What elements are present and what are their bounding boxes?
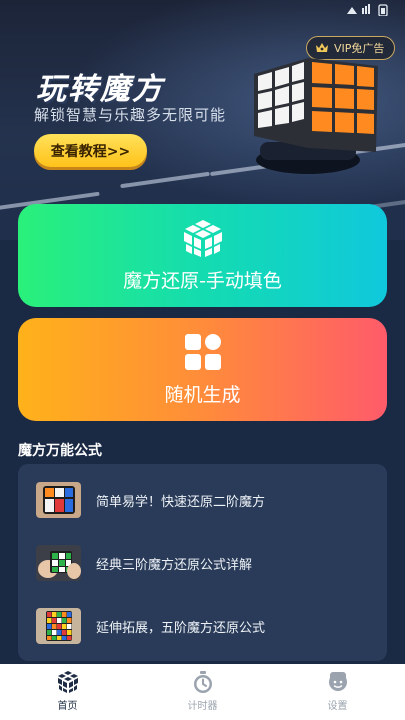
cube-3x3-image-icon	[36, 545, 81, 581]
tab-home-label: 首页	[57, 701, 78, 712]
formula-thumbnail-2x2	[36, 482, 81, 518]
cube-outline-icon	[183, 220, 222, 257]
formula-section-title: 魔方万能公式	[18, 443, 102, 459]
restore-card-label: 魔方还原-手动填色	[123, 270, 282, 292]
status-icons-svg	[347, 4, 388, 17]
hero-subtitle: 解锁智慧与乐趣多无限可能	[34, 106, 227, 124]
settings-face-icon	[328, 672, 347, 691]
tab-settings[interactable]: 设置	[270, 664, 405, 720]
cube-icon	[57, 671, 78, 693]
grid-icon	[184, 334, 221, 370]
formula-item-3x3[interactable]: 经典三阶魔方还原公式详解	[18, 536, 387, 590]
formula-item-text: 延伸拓展，五阶魔方还原公式	[96, 620, 266, 636]
rubiks-cube-illustration	[246, 52, 396, 182]
formula-item-5x5[interactable]: 延伸拓展，五阶魔方还原公式	[18, 599, 387, 653]
hero-title: 玩转魔方	[36, 72, 164, 107]
tab-timer[interactable]: 计时器	[135, 664, 270, 720]
tab-home[interactable]: 首页	[0, 664, 135, 720]
status-icons	[345, 4, 393, 19]
manual-color-restore-card[interactable]: 魔方还原-手动填色	[18, 204, 387, 307]
random-generate-card[interactable]: 随机生成	[18, 318, 387, 421]
status-bar	[0, 0, 405, 22]
stopwatch-icon	[193, 671, 212, 693]
cube-2x2-image-icon	[36, 482, 81, 518]
cube-5x5-image-icon	[36, 608, 81, 644]
formula-item-2x2[interactable]: 简单易学！快速还原二阶魔方	[18, 473, 387, 527]
formula-thumbnail-3x3	[36, 545, 81, 581]
bottom-tab-bar: 首页 计时器 设置	[0, 664, 405, 720]
formula-thumbnail-5x5	[36, 608, 81, 644]
view-tutorial-button[interactable]: 查看教程>>	[34, 134, 147, 167]
cube-3d-icon	[254, 58, 378, 174]
formula-item-text: 简单易学！快速还原二阶魔方	[96, 494, 266, 510]
random-card-label: 随机生成	[164, 384, 241, 406]
tab-settings-label: 设置	[327, 701, 348, 712]
tab-timer-label: 计时器	[187, 701, 218, 712]
formula-item-text: 经典三阶魔方还原公式详解	[96, 557, 253, 573]
